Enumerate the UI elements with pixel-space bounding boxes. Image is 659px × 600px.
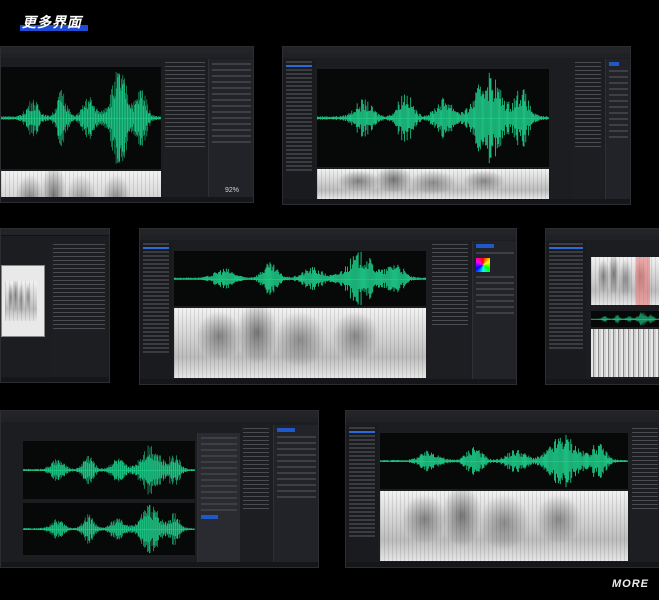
file-sidebar[interactable] [283, 59, 315, 199]
file-sidebar[interactable] [546, 241, 586, 379]
waveform-view[interactable] [1, 67, 161, 169]
waveform [23, 445, 195, 495]
tab-bar [140, 235, 516, 240]
page-title: 更多界面 [22, 14, 82, 30]
spectrogram-view[interactable] [174, 308, 426, 378]
waveform [1, 72, 161, 164]
selection-region[interactable] [636, 257, 650, 305]
screen-bottom-right [345, 410, 659, 568]
screen-mid-center [139, 228, 517, 385]
screen-top-left: 92% [0, 46, 254, 203]
spectrum-view[interactable] [591, 329, 659, 377]
color-picker-panel[interactable] [472, 241, 516, 379]
status-bar [346, 562, 659, 567]
tab-bar [1, 53, 253, 58]
properties-panel[interactable] [605, 59, 630, 199]
waveform [23, 504, 195, 554]
waveform [591, 312, 659, 326]
properties-panel[interactable] [208, 59, 253, 199]
waveform-view-bottom[interactable] [23, 503, 195, 555]
waveform [174, 251, 426, 306]
data-table[interactable] [573, 59, 603, 199]
waveform-view-top[interactable] [23, 441, 195, 499]
progress-percent: 92% [225, 187, 240, 194]
tab-bar [346, 417, 659, 422]
data-table[interactable] [241, 425, 271, 563]
tab-bar [283, 53, 630, 58]
tab-bar [546, 235, 659, 240]
settings-dialog[interactable] [197, 433, 240, 563]
screen-mid-left [0, 228, 110, 383]
waveform [317, 72, 549, 164]
dialog-preview [5, 281, 37, 321]
screen-top-right [282, 46, 631, 205]
data-table[interactable] [430, 241, 470, 379]
waveform-view[interactable] [317, 69, 549, 167]
file-sidebar[interactable] [346, 425, 378, 563]
data-table[interactable] [51, 241, 107, 379]
data-table[interactable] [630, 425, 659, 563]
screen-bottom-left [0, 410, 319, 568]
waveform-view[interactable] [380, 433, 628, 489]
waveform-view[interactable] [174, 251, 426, 306]
more-label: MORE [612, 578, 649, 590]
color-swatch[interactable] [476, 258, 490, 272]
status-bar [283, 199, 630, 204]
tab-bar [1, 417, 318, 422]
status-bar [140, 379, 516, 384]
data-table[interactable] [163, 59, 207, 199]
status-bar [1, 377, 109, 382]
menu-bar [1, 229, 109, 236]
spectrogram-view[interactable] [380, 491, 628, 561]
status-bar [546, 379, 659, 384]
waveform [380, 434, 628, 488]
spectrogram-view[interactable] [317, 169, 549, 199]
properties-panel[interactable] [273, 425, 318, 563]
waveform-view[interactable] [591, 311, 659, 327]
status-bar [1, 197, 253, 202]
file-sidebar[interactable] [140, 241, 172, 379]
screen-mid-right [545, 228, 659, 385]
status-bar [1, 562, 318, 567]
